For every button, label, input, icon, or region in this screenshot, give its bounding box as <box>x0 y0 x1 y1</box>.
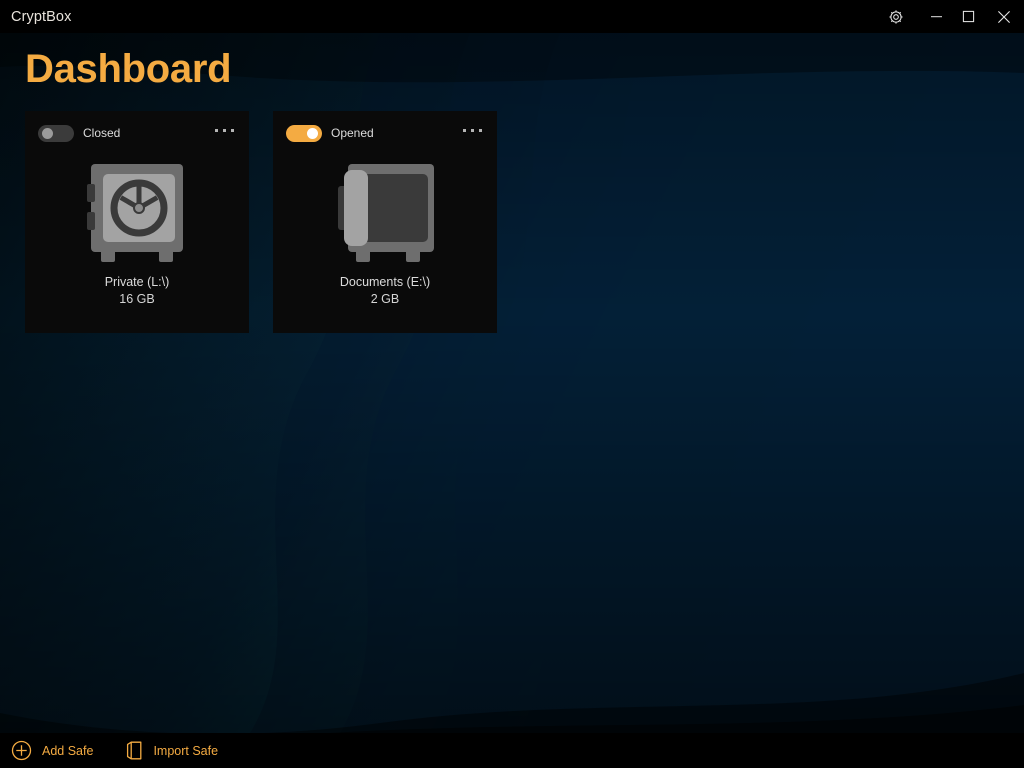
safe-state-label: Opened <box>331 126 374 140</box>
add-safe-button[interactable]: Add Safe <box>5 733 99 768</box>
title-bar: CryptBox <box>0 0 1024 33</box>
safe-state-toggle[interactable] <box>38 124 74 142</box>
safe-card[interactable]: Opened Documents (E:\) 2 GB <box>273 111 497 333</box>
safe-state-toggle[interactable] <box>286 124 322 142</box>
bottom-action-bar: Add Safe Import Safe <box>0 733 1024 768</box>
settings-gear-icon[interactable] <box>878 0 914 33</box>
safe-size: 16 GB <box>119 292 155 306</box>
open-door-icon <box>126 740 143 761</box>
maximize-icon[interactable] <box>952 0 984 33</box>
plus-circle-icon <box>11 740 32 761</box>
app-title: CryptBox <box>11 8 72 25</box>
toggle-knob <box>42 127 53 139</box>
import-safe-label: Import Safe <box>153 743 219 758</box>
ellipsis-icon[interactable] <box>213 125 236 136</box>
safe-card[interactable]: Closed Private (L:\) 16 GB <box>25 111 249 333</box>
window-controls <box>878 0 1024 33</box>
ellipsis-icon[interactable] <box>461 125 484 136</box>
import-safe-button[interactable]: Import Safe <box>120 733 224 768</box>
main-content: Dashboard Closed Private (L:\) 16 GB Ope… <box>0 33 1024 733</box>
safe-card-list: Closed Private (L:\) 16 GB Opened Docume… <box>25 111 497 333</box>
safe-size: 2 GB <box>370 292 400 306</box>
toggle-knob <box>307 127 318 139</box>
add-safe-label: Add Safe <box>42 743 94 758</box>
page-title: Dashboard <box>25 47 232 91</box>
safe-name: Private (L:\) <box>104 275 170 289</box>
minimize-icon[interactable] <box>920 0 952 33</box>
close-icon[interactable] <box>984 0 1024 33</box>
safe-open-icon <box>273 157 497 267</box>
safe-card-caption: Private (L:\) 16 GB <box>25 274 249 308</box>
safe-name: Documents (E:\) <box>339 275 431 289</box>
safe-card-header: Closed <box>38 123 236 143</box>
safe-card-header: Opened <box>286 123 484 143</box>
app-window: CryptBox Dashboard Closed Private (L:\) … <box>0 0 1024 768</box>
safe-closed-icon <box>25 157 249 267</box>
safe-state-label: Closed <box>83 126 121 140</box>
safe-card-caption: Documents (E:\) 2 GB <box>273 274 497 308</box>
